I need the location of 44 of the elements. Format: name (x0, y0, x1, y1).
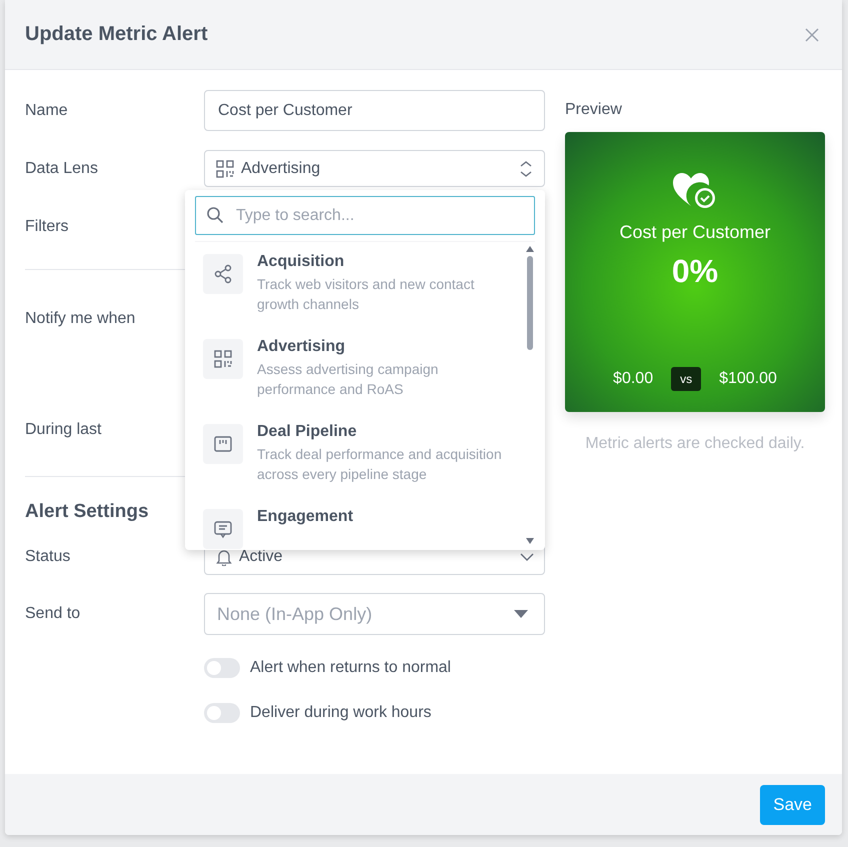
field-label: Name (25, 102, 69, 120)
close-icon (804, 26, 820, 42)
field-label: Data Lens (25, 160, 99, 178)
toggle-switch[interactable] (204, 658, 240, 678)
caret-down-icon (514, 610, 528, 618)
bell-icon (215, 548, 233, 566)
name-field[interactable]: Cost per Customer (204, 90, 545, 131)
share-icon (213, 264, 233, 284)
field-label: Notify me when (25, 310, 136, 328)
search-field[interactable]: Type to search... (195, 196, 535, 235)
toggle-label: Deliver during work hours (250, 704, 432, 722)
data-lens-select[interactable]: Advertising (204, 150, 545, 187)
message-icon (213, 519, 233, 539)
option-description: Assess advertising campaign performance and RoAS (257, 360, 440, 399)
field-label: Send to (25, 605, 82, 623)
field-label: During last (25, 421, 102, 439)
toggle-label: Alert when returns to normal (250, 659, 451, 677)
option-title[interactable]: Acquisition (257, 253, 519, 271)
option-description: Track web visitors and new contact growth channels (257, 275, 476, 314)
sort-caret-icon (518, 158, 534, 178)
preview-note: Metric alerts are checked daily. (585, 435, 805, 453)
scroll-up-icon (526, 246, 534, 252)
field-label: Filters (25, 218, 70, 236)
chevron-down-icon (520, 552, 534, 562)
preview-label: Preview (565, 101, 622, 119)
qr-code-icon (215, 158, 235, 178)
metric-title: Cost per Customer (619, 222, 771, 243)
option-description: Track deal performance and acquisition across every pipeline stage (257, 445, 503, 484)
search-icon (206, 206, 224, 224)
qr-code-icon (213, 349, 233, 369)
board-icon (213, 434, 233, 454)
vs-badge: vs (671, 367, 702, 391)
field-label: Status (25, 548, 72, 566)
option-title[interactable]: Deal Pipeline (257, 423, 519, 441)
section-heading: Alert Settings (25, 501, 149, 523)
dialog-title: Update Metric Alert (25, 23, 209, 46)
metric-value: 0% (672, 253, 718, 290)
current-amount: $0.00 (613, 370, 654, 388)
toggle-switch[interactable] (204, 703, 240, 723)
target-amount: $100.00 (719, 370, 777, 388)
option-title[interactable]: Advertising (257, 338, 519, 356)
scrollbar-thumb[interactable] (527, 256, 533, 350)
option-title[interactable]: Engagement (257, 508, 519, 526)
scroll-down-icon (526, 538, 534, 544)
